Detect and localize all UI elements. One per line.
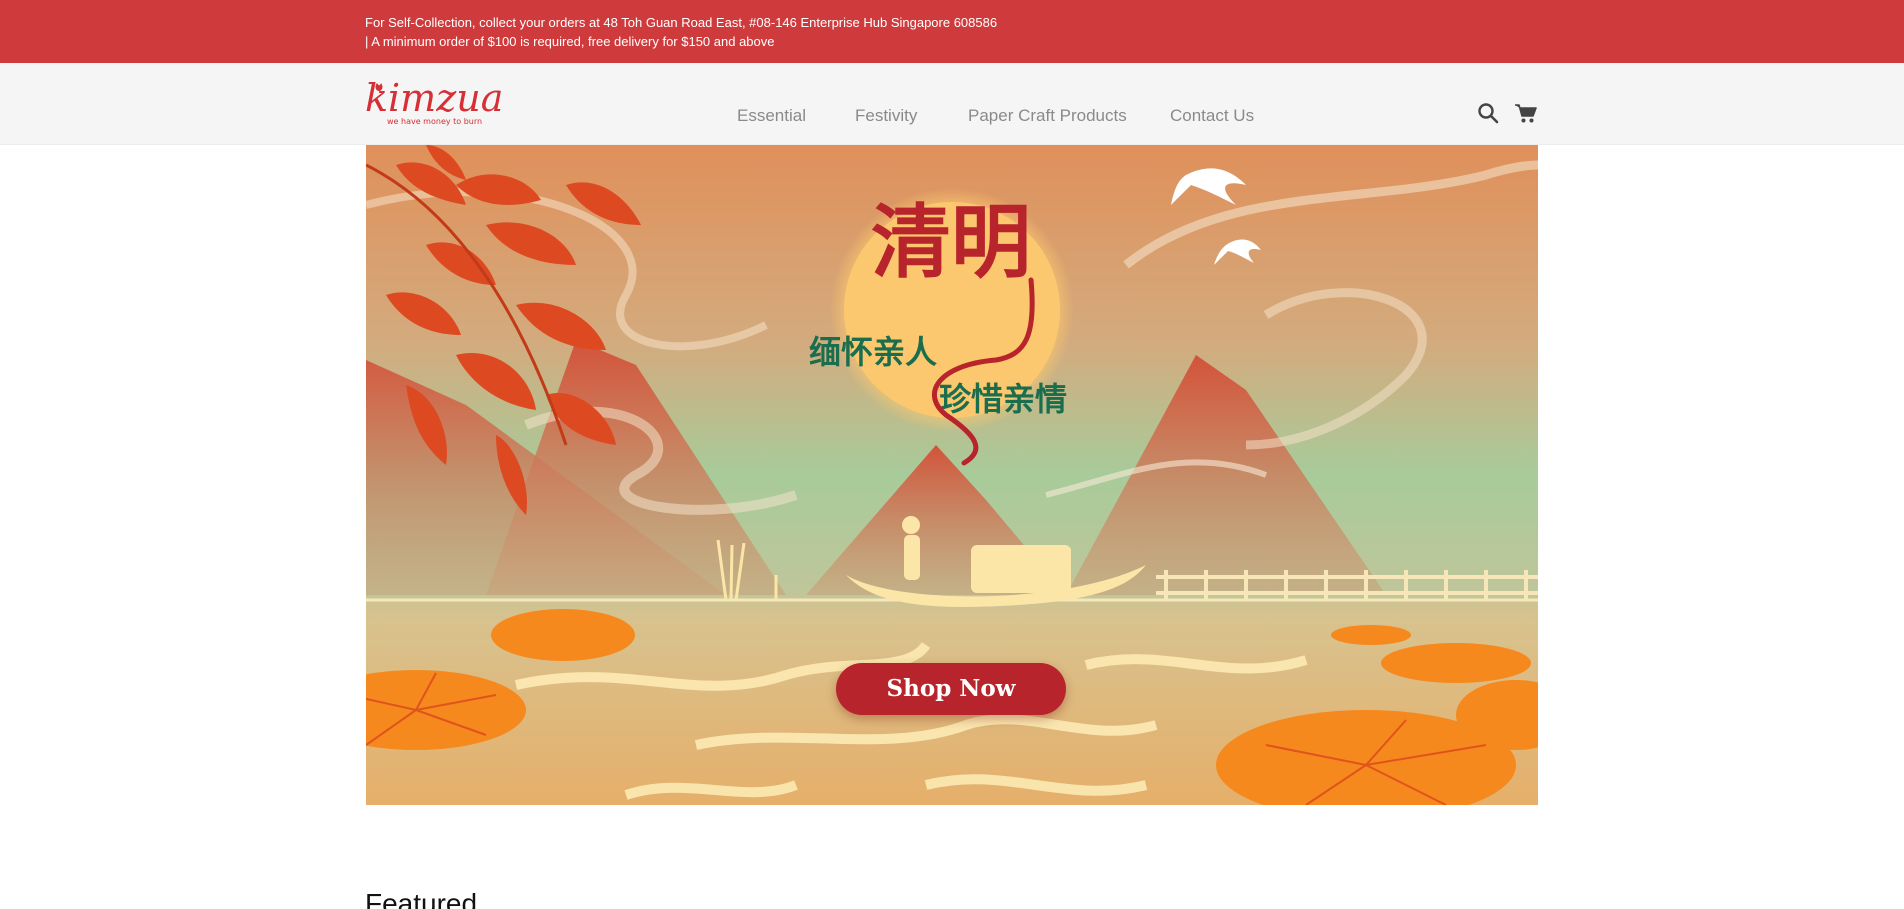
shop-now-button[interactable]: Shop Now	[836, 663, 1066, 715]
announcement-line-1: For Self-Collection, collect your orders…	[365, 15, 998, 30]
hero-banner[interactable]: 清明 缅怀亲人 珍惜亲情 Shop Now	[366, 145, 1538, 805]
announcement-text: For Self-Collection, collect your orders…	[365, 13, 997, 51]
logo-graphic: kimzua we have money to burn	[365, 76, 503, 126]
nav-item-contact-us[interactable]: Contact Us	[1170, 106, 1254, 126]
hero-line-1-cn: 缅怀亲人	[809, 333, 937, 371]
hero-title-cn: 清明	[871, 195, 1031, 289]
featured-heading: Featured	[365, 888, 478, 909]
svg-text:kimzua: kimzua	[365, 77, 503, 120]
site-header: kimzua we have money to burn Essential F…	[0, 63, 1904, 145]
nav-item-paper-craft-products[interactable]: Paper Craft Products	[968, 106, 1127, 126]
announcement-line-2: | A minimum order of $100 is required, f…	[365, 34, 775, 49]
nav-item-festivity[interactable]: Festivity	[855, 106, 917, 126]
cart-icon[interactable]	[1514, 101, 1538, 125]
brand-logo[interactable]: kimzua we have money to burn	[365, 76, 510, 129]
nav-item-essential[interactable]: Essential	[737, 106, 806, 126]
announcement-bar: For Self-Collection, collect your orders…	[0, 0, 1904, 63]
svg-text:we have money to burn: we have money to burn	[387, 117, 482, 126]
hero-line-2-cn: 珍惜亲情	[939, 380, 1067, 418]
search-icon[interactable]	[1476, 101, 1500, 125]
